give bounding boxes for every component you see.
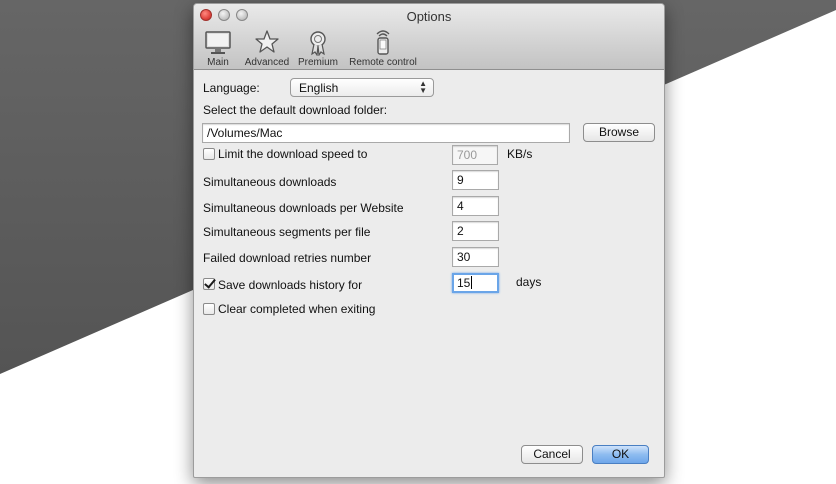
language-select[interactable]: English ▲ ▼ [290,78,434,97]
retries-label: Failed download retries number [203,251,372,265]
clear-completed-checkbox[interactable] [203,303,215,315]
cancel-button[interactable]: Cancel [521,445,583,464]
tab-premium-label: Premium [297,57,338,68]
history-days-value: 15 [457,276,471,290]
award-ribbon-icon [310,31,326,56]
segments-label: Simultaneous segments per file [203,225,371,239]
main-settings-panel: Language: English ▲ ▼ Select the default … [194,70,664,477]
monitor-icon [205,31,231,54]
window-title: Options [406,9,452,24]
simultaneous-downloads-label: Simultaneous downloads [203,175,337,189]
remote-phone-icon [376,30,390,55]
browse-button[interactable]: Browse [583,123,655,142]
folder-label: Select the default download folder: [203,103,388,117]
tab-advanced-label: Advanced [244,57,290,68]
tab-main[interactable]: Main [198,28,238,68]
language-label: Language: [203,81,260,95]
history-unit-label: days [516,275,542,289]
ok-button[interactable]: OK [592,445,649,464]
retries-input[interactable]: 30 [452,247,499,267]
save-history-checkbox[interactable] [203,278,215,290]
folder-path-input[interactable]: /Volumes/Mac [202,123,570,143]
per-website-label: Simultaneous downloads per Website [203,201,404,215]
select-arrows-icon: ▲ ▼ [419,79,427,95]
limit-speed-label: Limit the download speed to [218,147,368,161]
options-window: Options Main Advanced Premium Remote con… [193,3,665,478]
tab-remote-control-label: Remote control [349,57,417,68]
tab-advanced[interactable]: Advanced [244,28,290,68]
text-caret [471,276,473,289]
speed-limit-input[interactable]: 700 [452,145,498,165]
simultaneous-downloads-input[interactable]: 9 [452,170,499,190]
tab-remote-control[interactable]: Remote control [346,28,420,68]
tab-premium[interactable]: Premium [296,28,340,68]
tab-main-label: Main [207,57,229,68]
segments-input[interactable]: 2 [452,221,499,241]
preferences-toolbar: Main Advanced Premium Remote control [198,28,420,68]
title-bar: Options Main Advanced Premium Remote con… [194,4,664,70]
save-history-label: Save downloads history for [218,278,363,292]
per-website-input[interactable]: 4 [452,196,499,216]
history-days-input[interactable]: 15 [452,273,499,293]
clear-completed-label: Clear completed when exiting [218,302,376,316]
limit-speed-checkbox[interactable] [203,148,215,160]
language-value: English [299,81,339,95]
star-icon [255,30,279,53]
speed-unit-label: KB/s [507,147,533,161]
